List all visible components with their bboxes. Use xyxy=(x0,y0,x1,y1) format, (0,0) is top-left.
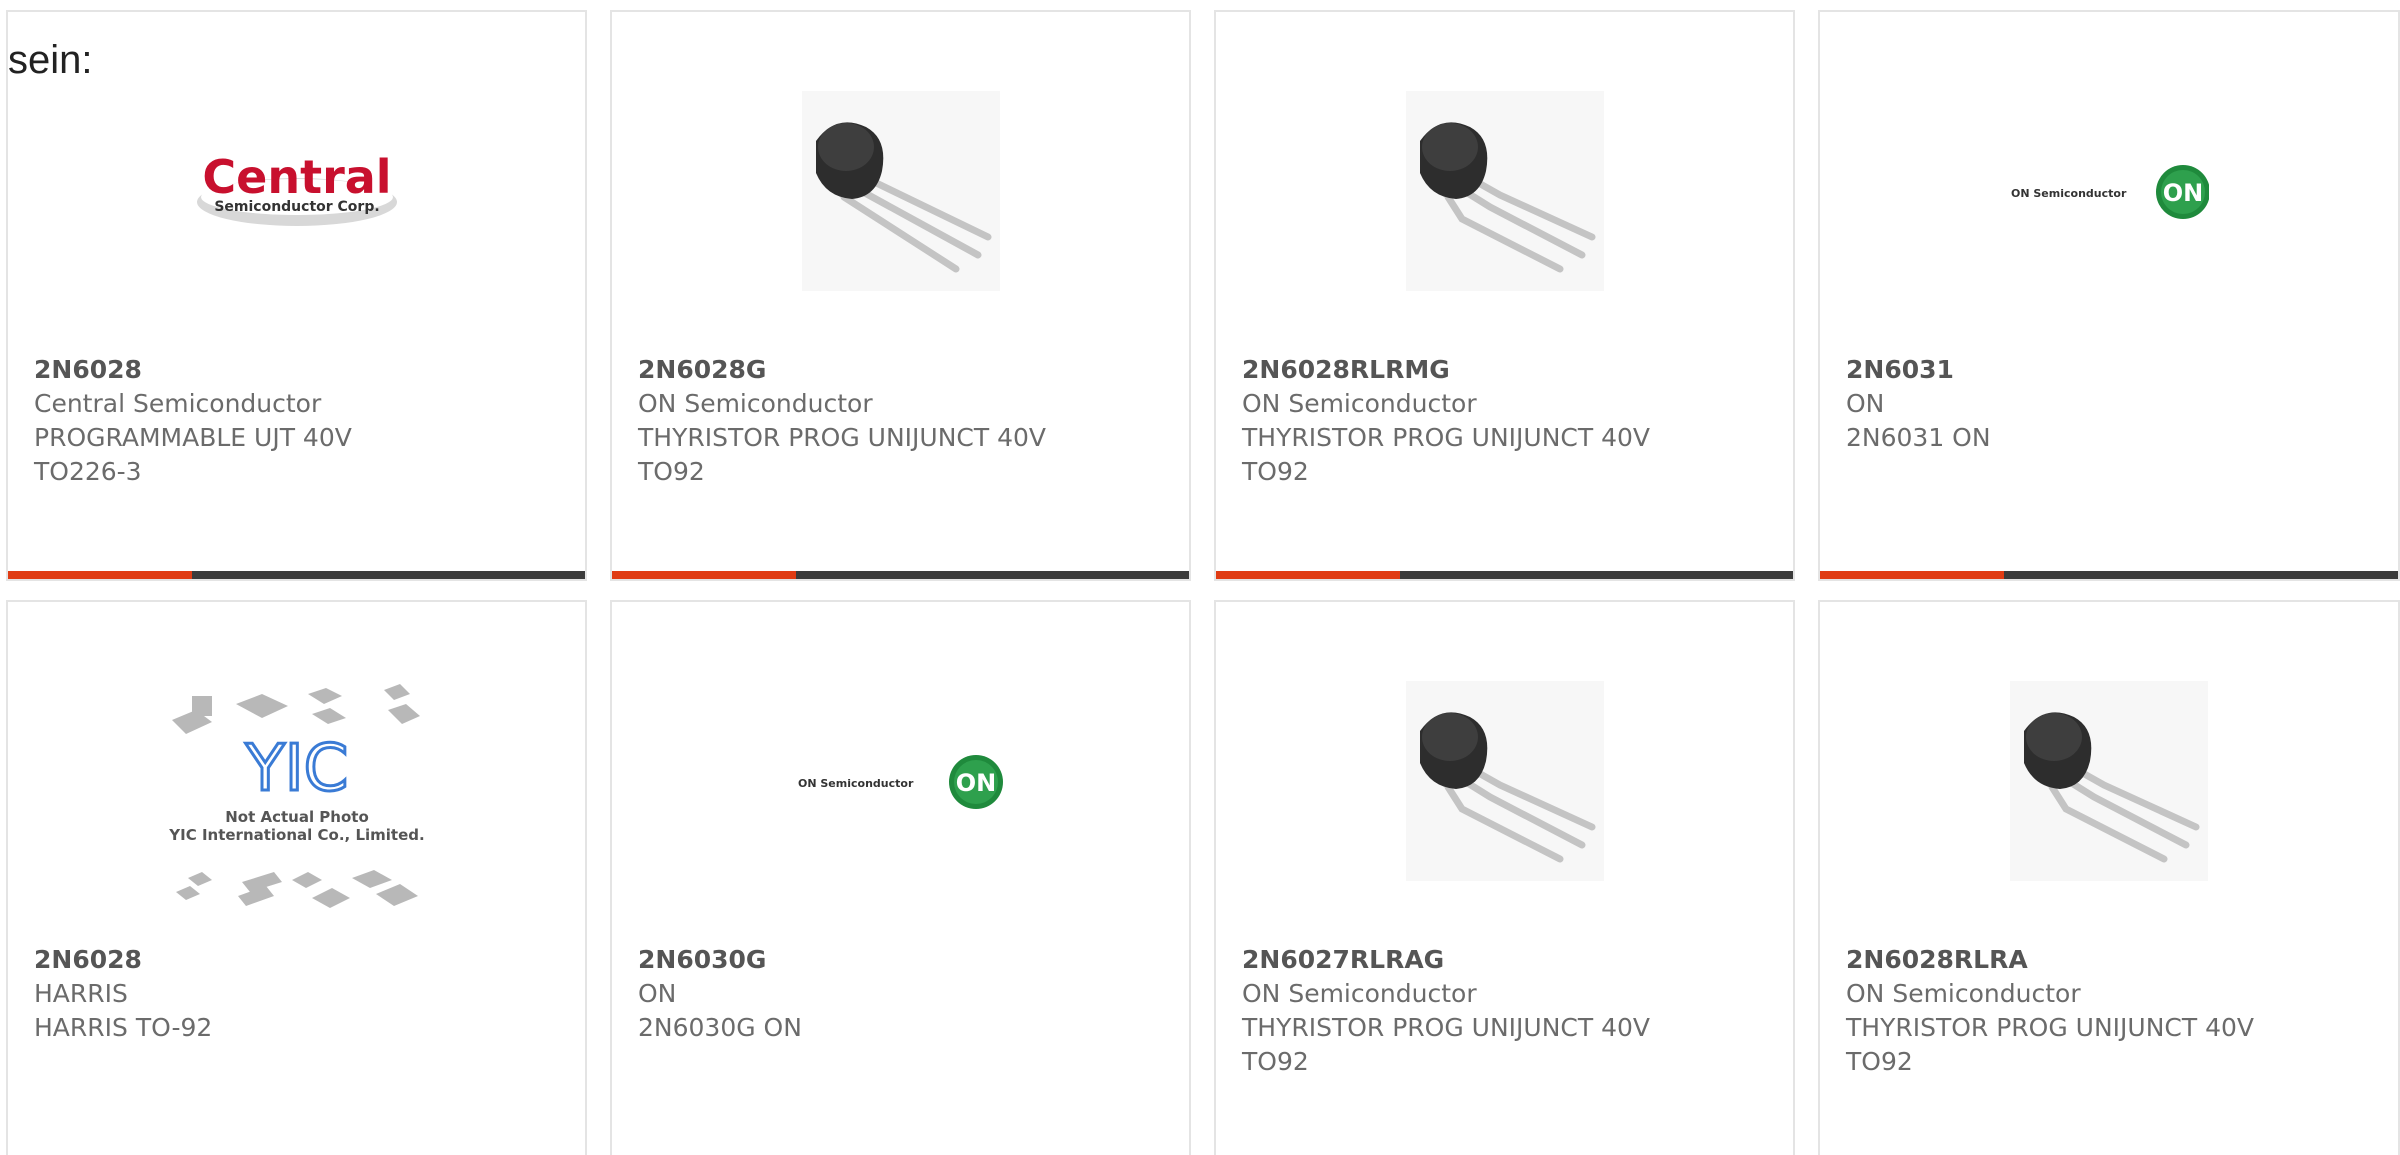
description: THYRISTOR PROG UNIJUNCT 40V xyxy=(638,423,1046,452)
manufacturer: ON Semiconductor xyxy=(1242,979,1477,1008)
product-card[interactable]: Central Semiconductor Corp. 2N6028 Centr… xyxy=(6,10,587,581)
package: TO92 xyxy=(1846,1047,1913,1076)
part-number[interactable]: 2N6031 xyxy=(1846,353,2388,387)
svg-text:Not Actual Photo: Not Actual Photo xyxy=(225,808,369,826)
card-bottom-bar xyxy=(1216,571,1793,579)
part-number[interactable]: 2N6028G xyxy=(638,353,1179,387)
package: TO92 xyxy=(1242,457,1309,486)
product-image[interactable] xyxy=(1820,662,2398,902)
product-info: 2N6028RLRA ON Semiconductor THYRISTOR PR… xyxy=(1846,943,2388,1079)
description: THYRISTOR PROG UNIJUNCT 40V xyxy=(1242,423,1650,452)
description: 2N6031 ON xyxy=(1846,423,1991,452)
product-card[interactable]: 2N6028RLRMG ON Semiconductor THYRISTOR P… xyxy=(1214,10,1795,581)
product-image[interactable]: Central Semiconductor Corp. xyxy=(8,72,585,312)
central-semiconductor-logo: Central Semiconductor Corp. xyxy=(196,150,397,226)
manufacturer: ON Semiconductor xyxy=(1846,979,2081,1008)
card-bottom-bar xyxy=(1820,571,2398,579)
svg-text:YIC International Co., Limited: YIC International Co., Limited. xyxy=(168,826,424,844)
product-info: 2N6027RLRAG ON Semiconductor THYRISTOR P… xyxy=(1242,943,1783,1079)
part-number[interactable]: 2N6028 xyxy=(34,353,575,387)
package: TO226-3 xyxy=(34,457,142,486)
package: TO92 xyxy=(638,457,705,486)
to92-transistor-icon xyxy=(1405,681,1604,881)
svg-text:ON Semiconductor: ON Semiconductor xyxy=(2011,187,2127,200)
product-image[interactable] xyxy=(1216,72,1793,312)
description: HARRIS TO-92 xyxy=(34,1013,213,1042)
description: THYRISTOR PROG UNIJUNCT 40V xyxy=(1242,1013,1650,1042)
svg-text:Central: Central xyxy=(202,150,391,204)
product-image[interactable]: YIC Not Actual Photo YIC International C… xyxy=(8,682,585,922)
part-number[interactable]: 2N6030G xyxy=(638,943,1179,977)
product-info: 2N6031 ON 2N6031 ON xyxy=(1846,353,2388,455)
svg-text:Semiconductor Corp.: Semiconductor Corp. xyxy=(214,199,379,215)
product-info: 2N6028 Central Semiconductor PROGRAMMABL… xyxy=(34,353,575,489)
svg-text:ON: ON xyxy=(2163,179,2204,207)
product-card[interactable]: 2N6028RLRA ON Semiconductor THYRISTOR PR… xyxy=(1818,600,2400,1155)
product-image[interactable] xyxy=(1216,662,1793,902)
part-number[interactable]: 2N6028 xyxy=(34,943,575,977)
yic-placeholder-image: YIC Not Actual Photo YIC International C… xyxy=(168,684,424,908)
yic-logo-icon: YIC xyxy=(244,732,348,806)
part-number[interactable]: 2N6028RLRMG xyxy=(1242,353,1783,387)
card-accent xyxy=(612,571,796,579)
card-accent xyxy=(1216,571,1400,579)
product-info: 2N6028 HARRIS HARRIS TO-92 xyxy=(34,943,575,1045)
to92-transistor-icon xyxy=(801,91,1000,291)
card-bottom-bar xyxy=(612,571,1189,579)
product-card[interactable]: 2N6028G ON Semiconductor THYRISTOR PROG … xyxy=(610,10,1191,581)
product-info: 2N6028RLRMG ON Semiconductor THYRISTOR P… xyxy=(1242,353,1783,489)
svg-text:ON: ON xyxy=(955,769,996,797)
manufacturer: Central Semiconductor xyxy=(34,389,322,418)
manufacturer: ON Semiconductor xyxy=(638,389,873,418)
card-accent xyxy=(1820,571,2004,579)
product-image[interactable]: ON Semiconductor ON xyxy=(1820,72,2398,312)
to92-transistor-icon xyxy=(1405,91,1604,291)
product-card[interactable]: ON Semiconductor ON 2N6031 ON 2N6031 ON xyxy=(1818,10,2400,581)
card-bottom-bar xyxy=(8,571,585,579)
manufacturer: ON xyxy=(638,979,677,1008)
part-number[interactable]: 2N6027RLRAG xyxy=(1242,943,1783,977)
on-semiconductor-logo: ON Semiconductor ON xyxy=(2011,165,2209,219)
product-card[interactable]: YIC Not Actual Photo YIC International C… xyxy=(6,600,587,1155)
package: TO92 xyxy=(1242,1047,1309,1076)
product-info: 2N6030G ON 2N6030G ON xyxy=(638,943,1179,1045)
product-image[interactable] xyxy=(612,72,1189,312)
svg-text:ON Semiconductor: ON Semiconductor xyxy=(798,777,914,790)
card-accent xyxy=(8,571,192,579)
description: PROGRAMMABLE UJT 40V xyxy=(34,423,352,452)
product-card[interactable]: 2N6027RLRAG ON Semiconductor THYRISTOR P… xyxy=(1214,600,1795,1155)
product-image[interactable]: ON Semiconductor ON xyxy=(612,662,1189,902)
description: THYRISTOR PROG UNIJUNCT 40V xyxy=(1846,1013,2254,1042)
product-grid: Central Semiconductor Corp. 2N6028 Centr… xyxy=(0,0,2400,1155)
to92-transistor-icon xyxy=(2010,681,2208,881)
product-card[interactable]: ON Semiconductor ON 2N6030G ON 2N6030G O… xyxy=(610,600,1191,1155)
product-info: 2N6028G ON Semiconductor THYRISTOR PROG … xyxy=(638,353,1179,489)
page-caption: sein: xyxy=(8,38,93,82)
part-number[interactable]: 2N6028RLRA xyxy=(1846,943,2388,977)
manufacturer: HARRIS xyxy=(34,979,128,1008)
manufacturer: ON xyxy=(1846,389,1885,418)
manufacturer: ON Semiconductor xyxy=(1242,389,1477,418)
description: 2N6030G ON xyxy=(638,1013,802,1042)
on-semiconductor-logo: ON Semiconductor ON xyxy=(798,755,1003,809)
